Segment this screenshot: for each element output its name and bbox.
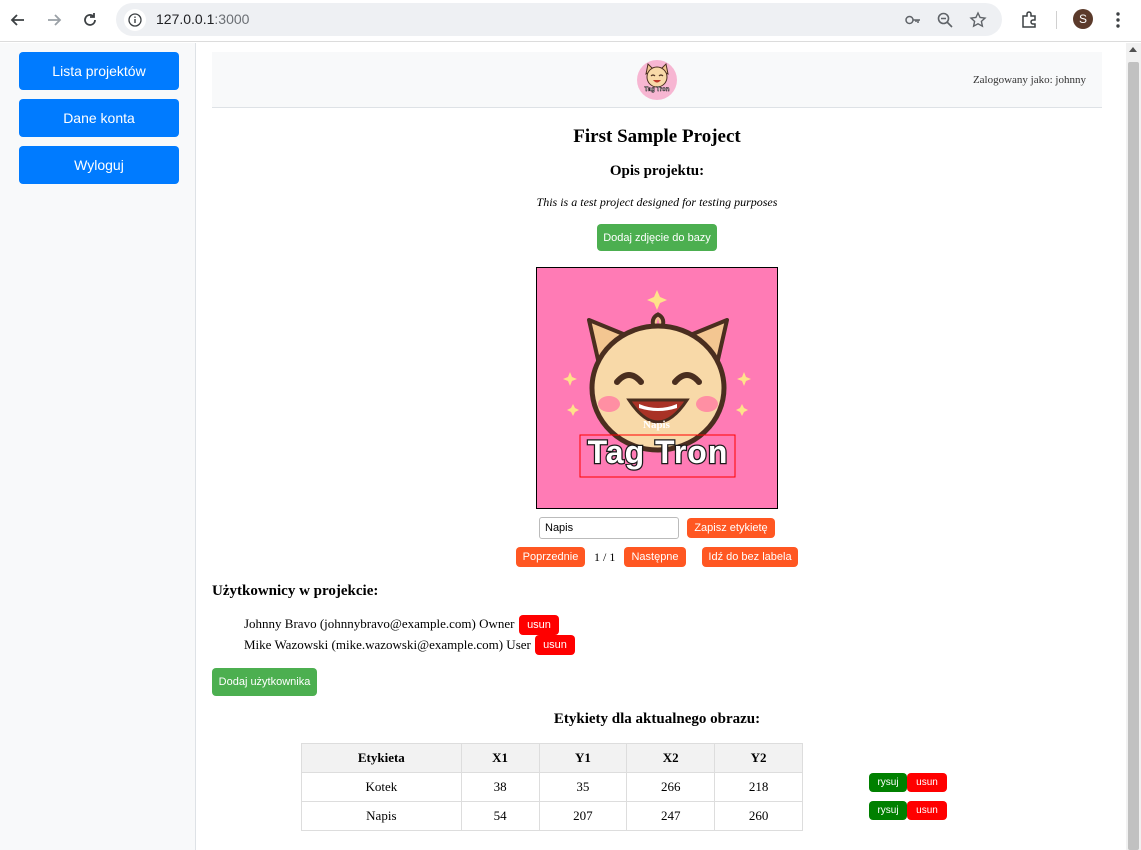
next-button[interactable]: Następne	[624, 547, 686, 567]
page-header: Tag Tron Zalogowany jako: johnny	[212, 52, 1102, 108]
description-heading: Opis projektu:	[609, 163, 705, 179]
table-header-row: Etykieta X1 Y1 X2 Y2	[301, 743, 803, 773]
menu-icon[interactable]	[1106, 8, 1130, 32]
extensions-icon[interactable]	[1017, 8, 1041, 32]
address-bar[interactable]: 127.0.0.1:3000	[116, 3, 1002, 36]
image-canvas[interactable]: Napis Tag Tron	[536, 267, 778, 509]
scroll-up-icon[interactable]	[1129, 47, 1137, 52]
table-cell: Kotek	[301, 772, 462, 802]
project-list-button[interactable]: Lista projektów	[19, 52, 179, 90]
star-icon[interactable]	[967, 9, 989, 31]
table-cell: 54	[460, 801, 540, 831]
previous-button[interactable]: Poprzednie	[516, 547, 585, 567]
table-cell: 38	[460, 772, 540, 802]
users-heading: Użytkownicy w projekcie:	[212, 583, 379, 599]
reload-icon[interactable]	[78, 8, 102, 32]
table-cell: 260	[714, 801, 803, 831]
profile-avatar[interactable]: S	[1073, 9, 1093, 29]
table-row: Kotek 38 35 266 218	[301, 772, 803, 802]
labels-table: Etykieta X1 Y1 X2 Y2 Kotek 38 35 266 218…	[301, 743, 803, 831]
page-indicator: 1 / 1	[594, 550, 616, 564]
app-logo[interactable]: Tag Tron	[637, 60, 677, 100]
project-title: First Sample Project	[573, 126, 741, 147]
browser-toolbar: 127.0.0.1:3000 S	[0, 0, 1141, 42]
column-header: X1	[460, 743, 540, 773]
logout-button[interactable]: Wyloguj	[19, 146, 179, 184]
url-port: :3000	[214, 11, 250, 27]
sidebar: Lista projektów Dane konta Wyloguj	[0, 43, 196, 850]
table-cell: Napis	[301, 801, 462, 831]
column-header: Y1	[538, 743, 628, 773]
logged-in-user: Zalogowany jako: johnny	[972, 74, 1086, 86]
project-description: This is a test project designed for test…	[536, 195, 778, 209]
draw-label-button[interactable]: rysuj	[869, 773, 907, 792]
remove-user-button[interactable]: usun	[519, 615, 559, 635]
table-cell: 218	[714, 772, 803, 802]
user-entry: Mike Wazowski (mike.wazowski@example.com…	[244, 637, 531, 652]
key-icon[interactable]	[902, 9, 924, 31]
url-host: 127.0.0.1	[156, 11, 215, 27]
column-header: Etykieta	[301, 743, 462, 773]
column-header: Y2	[714, 743, 803, 773]
table-cell: 247	[626, 801, 716, 831]
remove-label-button[interactable]: usun	[907, 801, 947, 820]
add-image-button[interactable]: Dodaj zdjęcie do bazy	[597, 224, 717, 251]
scrollbar-thumb[interactable]	[1128, 62, 1139, 850]
account-data-button[interactable]: Dane konta	[19, 99, 179, 137]
goto-unlabeled-button[interactable]: Idź do bez labela	[702, 547, 798, 567]
toolbar-separator	[1056, 11, 1057, 29]
url-text: 127.0.0.1:3000	[156, 11, 249, 27]
table-cell: 266	[626, 772, 716, 802]
table-cell: 207	[538, 801, 628, 831]
column-header: X2	[626, 743, 716, 773]
mascot-image	[563, 290, 751, 478]
add-user-button[interactable]: Dodaj użytkownika	[212, 668, 317, 696]
user-entry: Johnny Bravo (johnnybravo@example.com) O…	[244, 616, 515, 631]
label-name-input[interactable]	[539, 517, 679, 539]
table-cell: 35	[538, 772, 628, 802]
label-overlay-text: Napis	[643, 419, 670, 431]
forward-icon[interactable]	[42, 8, 66, 32]
draw-label-button[interactable]: rysuj	[869, 801, 907, 820]
remove-user-button[interactable]: usun	[535, 635, 575, 655]
remove-label-button[interactable]: usun	[907, 773, 947, 792]
labels-heading: Etykiety dla aktualnego obrazu:	[553, 711, 761, 727]
back-icon[interactable]	[6, 8, 30, 32]
logo-text: Tag Tron	[644, 87, 670, 93]
site-info-icon[interactable]	[124, 9, 146, 31]
image-logo-text: Tag Tron	[586, 433, 729, 472]
table-row: Napis 54 207 247 260	[301, 801, 803, 831]
zoom-icon[interactable]	[934, 9, 956, 31]
save-label-button[interactable]: Zapisz etykietę	[687, 518, 775, 538]
